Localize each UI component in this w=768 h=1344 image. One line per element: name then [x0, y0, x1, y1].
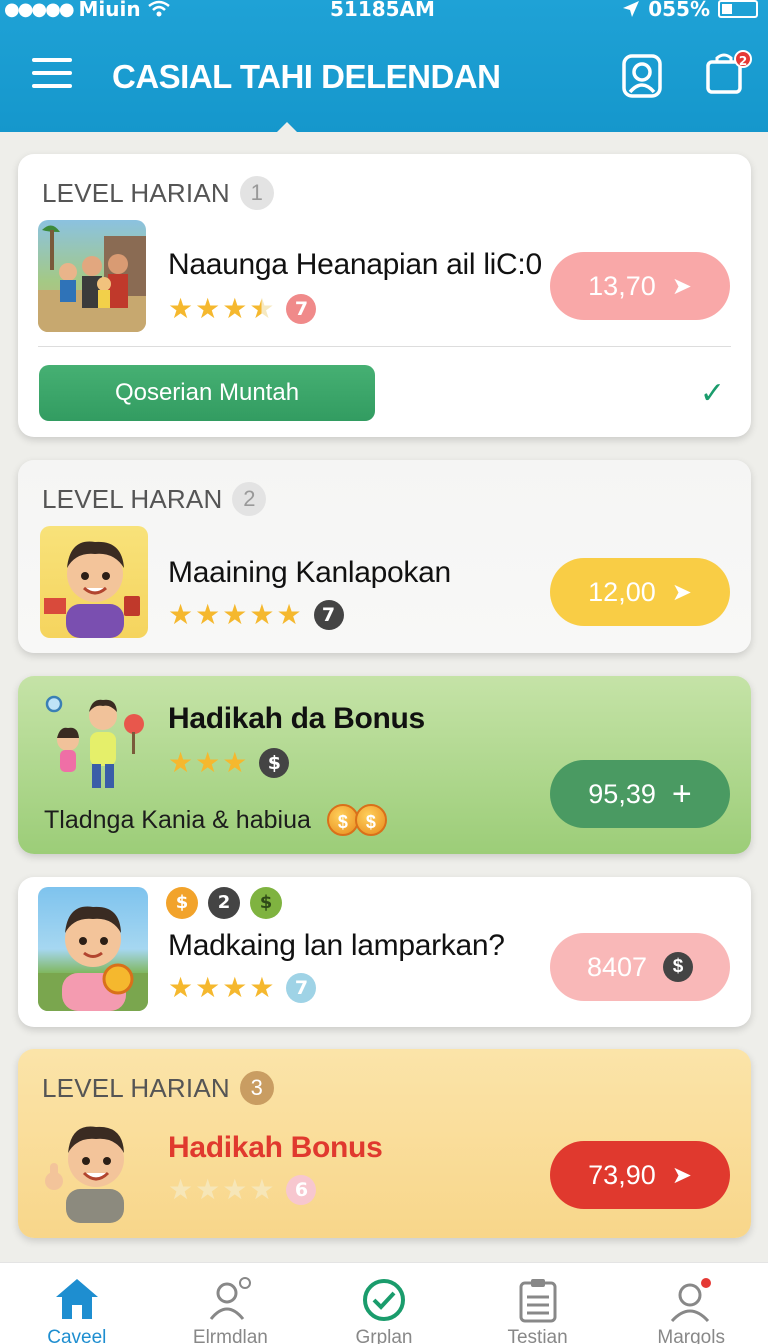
nav-item-plan[interactable]: Grplan — [307, 1263, 461, 1344]
app-header: ●●●●● Miuin 51185AM 055% CASIAL TAHI DEL… — [0, 0, 768, 133]
family-thumbnail — [38, 220, 146, 332]
wifi-icon — [147, 0, 170, 17]
boy-thumbnail — [40, 526, 148, 638]
boy-coin-thumbnail — [38, 887, 148, 1011]
user-search-icon — [622, 54, 662, 98]
battery-percent: 055% — [648, 0, 710, 21]
price-value: 73,90 — [588, 1159, 656, 1190]
level-number: 3 — [239, 1071, 274, 1105]
battery-icon — [718, 0, 758, 18]
expand-chevron-icon[interactable]: ✓ — [700, 376, 725, 411]
dollar-icon: $ — [663, 952, 694, 982]
currency-badge: $ — [259, 748, 290, 778]
bonus-subtext: Tladnga Kania & habiua $ $ — [44, 804, 387, 836]
bonus-card[interactable]: Hadikah da Bonus ★ ★ ★ $ Tladnga Kania & h… — [18, 676, 751, 854]
star-rating: ★ ★ ★ ★ 7 — [168, 973, 317, 1003]
kids-illustration — [40, 688, 150, 800]
rating-count-badge: 7 — [313, 600, 344, 630]
star-rating: ★ ★ ★ ★ ★ 7 — [168, 600, 344, 630]
price-value: 95,39 — [588, 778, 656, 809]
price-pill-button[interactable]: 12,00 ➤ — [550, 558, 730, 626]
level-heading: LEVEL HARAN 2 — [42, 482, 267, 516]
signal-icon: ●●●●● — [4, 0, 75, 20]
nav-item-friends[interactable]: Elrmdlan — [154, 1263, 308, 1344]
hamburger-menu-button[interactable] — [32, 58, 72, 92]
bonus-title: Hadikah da Bonus — [168, 702, 425, 735]
price-pill-button[interactable]: 13,70 ➤ — [550, 252, 730, 320]
claim-button[interactable]: Qoserian Muntah — [39, 365, 375, 421]
level-number: 2 — [232, 482, 267, 516]
rating-count-badge: 7 — [286, 294, 317, 324]
rating-count-badge: 6 — [286, 1175, 317, 1205]
carrier-label: Miuin — [78, 0, 141, 21]
send-arrow-icon: ➤ — [671, 272, 692, 300]
level-number: 1 — [239, 176, 274, 210]
nav-item-home[interactable]: Caveel — [0, 1263, 154, 1344]
user-icon — [210, 1277, 252, 1320]
page-title: CASIAL TAHI DELENDAN — [112, 58, 501, 95]
count-badge: 2 — [208, 887, 240, 919]
star-rating: ★ ★ ★ ★ 7 — [168, 294, 317, 324]
coin-icon: $ — [354, 804, 387, 836]
coin-badge: $ — [166, 887, 198, 919]
level-item-title: Maaining Kanlapokan — [168, 556, 451, 589]
clock: 51185AM — [330, 0, 435, 21]
profile-icon — [671, 1278, 712, 1323]
level-item-title: Naaunga Heanapian ail liC:0 — [168, 248, 542, 281]
header-pointer — [276, 122, 298, 133]
thumbs-up-boy-illustration — [38, 1111, 148, 1223]
price-value: 8407 — [586, 951, 648, 982]
cart-count-badge: 2 — [734, 50, 752, 68]
daily-level-card-2[interactable]: LEVEL HARAN 2 Maaining Kanlapokan ★ ★ ★ ★ ★ … — [18, 460, 751, 653]
price-value: 13,70 — [588, 270, 656, 301]
nav-item-profile[interactable]: Margols — [614, 1263, 768, 1344]
rating-count-badge: 7 — [286, 973, 317, 1003]
clipboard-icon — [519, 1279, 557, 1323]
daily-level-card-3[interactable]: LEVEL HARIAN 3 Hadikah Bonus ★ ★ ★ ★ 6 73,9… — [18, 1049, 751, 1238]
shopping-bag-button[interactable]: 2 — [704, 50, 752, 100]
price-value: 12,00 — [588, 576, 656, 607]
nav-item-test[interactable]: Testian — [461, 1263, 615, 1344]
item-title: Madkaing lan lamparkan? — [168, 929, 505, 962]
bonus-pill-button[interactable]: 95,39 + — [550, 760, 730, 828]
bottom-navigation: Caveel Elrmdlan Grplan Testian Margols — [0, 1262, 768, 1344]
price-pill-button[interactable]: 8407 $ — [550, 933, 730, 1001]
star-rating: ★ ★ ★ ★ 6 — [168, 1175, 317, 1205]
bonus-title: Hadikah Bonus — [168, 1131, 383, 1164]
level-heading: LEVEL HARIAN 1 — [42, 176, 274, 210]
status-bar: ●●●●● Miuin 51185AM 055% — [0, 0, 768, 24]
daily-level-card-1[interactable]: LEVEL HARIAN 1 Naaunga Heanapian ail liC… — [18, 154, 751, 437]
plus-icon: + — [671, 774, 692, 813]
star-rating: ★ ★ ★ $ — [168, 748, 290, 778]
dollar-badge: $ — [250, 887, 282, 919]
send-arrow-icon: ➤ — [671, 578, 692, 606]
card-divider — [38, 346, 731, 347]
item-card[interactable]: $ 2 $ Madkaing lan lamparkan? ★ ★ ★ ★ 7 840… — [18, 877, 751, 1027]
price-pill-button[interactable]: 73,90 ➤ — [550, 1141, 730, 1209]
mini-badges: $ 2 $ — [166, 887, 282, 919]
check-circle-icon — [362, 1279, 405, 1321]
profile-search-button[interactable] — [620, 52, 664, 100]
level-heading: LEVEL HARIAN 3 — [42, 1071, 274, 1105]
send-arrow-icon: ➤ — [671, 1161, 692, 1189]
location-arrow-icon — [623, 1, 640, 17]
home-icon — [55, 1279, 98, 1319]
